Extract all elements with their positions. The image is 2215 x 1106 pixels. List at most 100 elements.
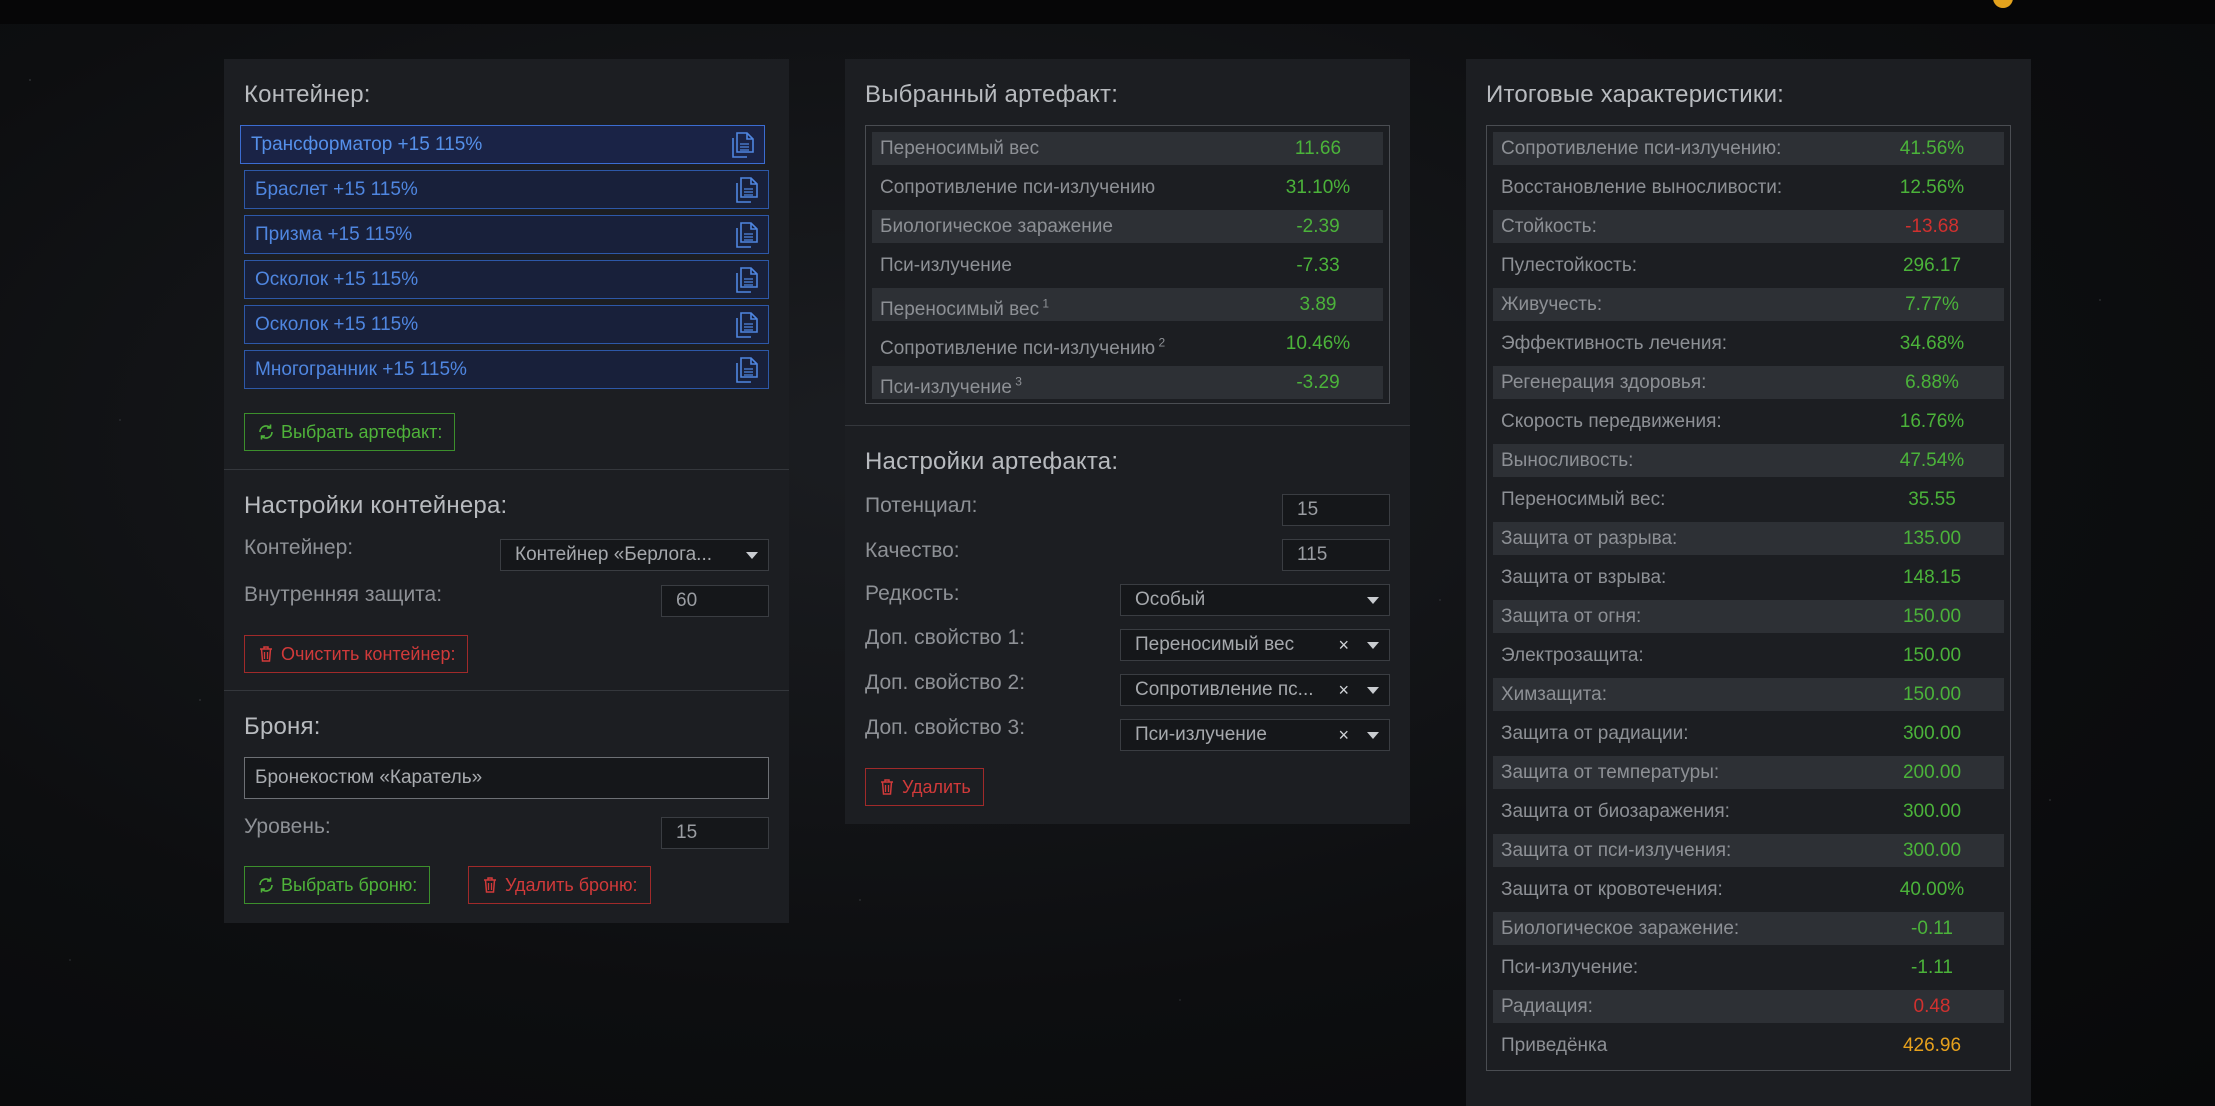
total-stat-row: Защита от взрыва: 148.15 bbox=[1493, 561, 2004, 600]
slot-label: Браслет +15 115% bbox=[255, 179, 418, 200]
artifact-stat-name: Сопротивление пси-излучению bbox=[880, 177, 1156, 198]
total-stat-value: 148.15 bbox=[1902, 567, 1962, 588]
total-stat-row: Радиация: 0.48 bbox=[1493, 990, 2004, 1029]
copy-icon[interactable] bbox=[734, 267, 758, 293]
copy-icon[interactable] bbox=[734, 177, 758, 203]
container-slot-3[interactable]: Призма +15 115% bbox=[244, 215, 769, 254]
total-stat-row: Переносимый вес: 35.55 bbox=[1493, 483, 2004, 522]
total-stat-name: Живучесть: bbox=[1501, 294, 1603, 315]
armor-level-input[interactable]: 15 bbox=[661, 817, 769, 849]
artifact-stat-name: Переносимый вес 1 bbox=[880, 297, 1050, 321]
delete-artifact-button[interactable]: Удалить bbox=[865, 768, 984, 806]
total-stat-row: Живучесть: 7.77% bbox=[1493, 288, 2004, 327]
total-stat-value: 47.54% bbox=[1899, 450, 1965, 471]
artifact-panel: Выбранный артефакт: Переносимый вес 11.66… bbox=[845, 59, 1410, 824]
artifact-stat-value: 31.10% bbox=[1285, 177, 1351, 198]
total-stat-value: -0.11 bbox=[1911, 918, 1953, 939]
armor-title: Броня: bbox=[244, 713, 321, 740]
total-stat-name: Защита от взрыва: bbox=[1501, 567, 1667, 588]
copy-icon[interactable] bbox=[734, 357, 758, 383]
total-stat-name: Восстановление выносливости: bbox=[1501, 177, 1783, 198]
total-stat-value: -1.11 bbox=[1911, 957, 1953, 978]
rarity-select[interactable]: Особый bbox=[1120, 584, 1390, 616]
chevron-down-icon bbox=[1367, 732, 1379, 739]
total-stat-name: Переносимый вес: bbox=[1501, 489, 1666, 510]
container-slot-2[interactable]: Браслет +15 115% bbox=[244, 170, 769, 209]
copy-icon[interactable] bbox=[734, 222, 758, 248]
slot-label: Многогранник +15 115% bbox=[255, 359, 467, 380]
total-stat-value: 300.00 bbox=[1902, 840, 1962, 861]
total-stat-row: Регенерация здоровья: 6.88% bbox=[1493, 366, 2004, 405]
total-stat-value: 296.17 bbox=[1902, 255, 1962, 276]
slot-label: Осколок +15 115% bbox=[255, 269, 419, 290]
total-stat-row: Восстановление выносливости: 12.56% bbox=[1493, 171, 2004, 210]
total-stat-name: Химзащита: bbox=[1501, 684, 1607, 705]
clear-container-button[interactable]: Очистить контейнер: bbox=[244, 635, 469, 673]
chevron-down-icon bbox=[1367, 687, 1379, 694]
extra-property-1-label: Доп. свойство 1: bbox=[865, 626, 1026, 649]
inner-protection-input[interactable]: 60 bbox=[661, 585, 769, 617]
chevron-down-icon bbox=[1367, 642, 1379, 649]
artifact-stat-value: -2.39 bbox=[1296, 216, 1340, 237]
total-stat-row: Защита от температуры: 200.00 bbox=[1493, 756, 2004, 795]
container-slot-4[interactable]: Осколок +15 115% bbox=[244, 260, 769, 299]
chevron-down-icon bbox=[1367, 597, 1379, 604]
select-artifact-button[interactable]: Выбрать артефакт: bbox=[244, 413, 456, 451]
total-stat-row: Химзащита: 150.00 bbox=[1493, 678, 2004, 717]
extra-property-1-select[interactable]: Переносимый вес × bbox=[1120, 629, 1390, 661]
clear-icon[interactable]: × bbox=[1338, 630, 1349, 660]
total-stat-name: Стойкость: bbox=[1501, 216, 1597, 237]
total-stat-name: Сопротивление пси-излучению: bbox=[1501, 138, 1782, 159]
artifact-stat-value: -7.33 bbox=[1296, 255, 1340, 276]
clear-icon[interactable]: × bbox=[1338, 675, 1349, 705]
total-stat-name: Защита от огня: bbox=[1501, 606, 1642, 627]
total-stat-row: Защита от разрыва: 135.00 bbox=[1493, 522, 2004, 561]
artifact-stat-footnote: 1 bbox=[1039, 297, 1050, 311]
artifact-stat-row: Сопротивление пси-излучению 2 10.46% bbox=[872, 327, 1383, 366]
total-stat-row: Защита от радиации: 300.00 bbox=[1493, 717, 2004, 756]
container-slot-6[interactable]: Многогранник +15 115% bbox=[244, 350, 769, 389]
slot-label: Трансформатор +15 115% bbox=[251, 134, 483, 155]
total-stat-row: Защита от кровотечения: 40.00% bbox=[1493, 873, 2004, 912]
total-stat-name: Защита от температуры: bbox=[1501, 762, 1720, 783]
container-slot-1[interactable]: Трансформатор +15 115% bbox=[240, 125, 765, 164]
chevron-down-icon bbox=[746, 552, 758, 559]
delete-armor-button[interactable]: Удалить броню: bbox=[468, 866, 651, 904]
quality-input[interactable]: 115 bbox=[1282, 539, 1390, 571]
artifact-settings-title: Настройки артефакта: bbox=[865, 448, 1119, 475]
container-type-select[interactable]: Контейнер «Берлога... bbox=[500, 539, 769, 571]
total-stat-value: 16.76% bbox=[1899, 411, 1965, 432]
total-stat-name: Выносливость: bbox=[1501, 450, 1634, 471]
clear-container-label: Очистить контейнер: bbox=[281, 644, 456, 664]
artifact-stat-name: Пси-излучение 3 bbox=[880, 375, 1022, 399]
container-title: Контейнер: bbox=[244, 81, 371, 108]
extra-property-3-value: Пси-излучение bbox=[1135, 724, 1267, 745]
copy-icon[interactable] bbox=[734, 312, 758, 338]
armor-level-label: Уровень: bbox=[244, 815, 331, 838]
select-armor-button[interactable]: Выбрать броню: bbox=[244, 866, 431, 904]
artifact-stat-value: 11.66 bbox=[1294, 138, 1342, 159]
total-stat-value: -13.68 bbox=[1905, 216, 1959, 237]
extra-property-2-select[interactable]: Сопротивление пс... × bbox=[1120, 674, 1390, 706]
total-stat-row: Биологическое заражение: -0.11 bbox=[1493, 912, 2004, 951]
total-stat-value: 150.00 bbox=[1902, 606, 1962, 627]
armor-input[interactable]: Бронекостюм «Каратель» bbox=[244, 757, 769, 799]
total-stat-name: Защита от радиации: bbox=[1501, 723, 1689, 744]
trash-icon bbox=[484, 877, 496, 893]
total-stat-value: 12.56% bbox=[1899, 177, 1965, 198]
clear-icon[interactable]: × bbox=[1338, 720, 1349, 750]
total-stat-row: Защита от пси-излучения: 300.00 bbox=[1493, 834, 2004, 873]
potential-input[interactable]: 15 bbox=[1282, 494, 1390, 526]
artifact-stat-value: -3.29 bbox=[1296, 372, 1340, 393]
total-stat-row: Скорость передвижения: 16.76% bbox=[1493, 405, 2004, 444]
artifact-stat-footnote: 3 bbox=[1011, 375, 1022, 389]
user-avatar[interactable] bbox=[1993, 0, 2013, 8]
copy-icon[interactable] bbox=[730, 132, 754, 158]
rarity-label: Редкость: bbox=[865, 582, 960, 605]
container-slot-5[interactable]: Осколок +15 115% bbox=[244, 305, 769, 344]
extra-property-1-value: Переносимый вес bbox=[1135, 634, 1295, 655]
extra-property-3-select[interactable]: Пси-излучение × bbox=[1120, 719, 1390, 751]
container-settings-title: Настройки контейнера: bbox=[244, 492, 508, 519]
artifact-stat-row: Пси-излучение 3 -3.29 bbox=[872, 366, 1383, 405]
top-bar bbox=[0, 0, 2215, 24]
